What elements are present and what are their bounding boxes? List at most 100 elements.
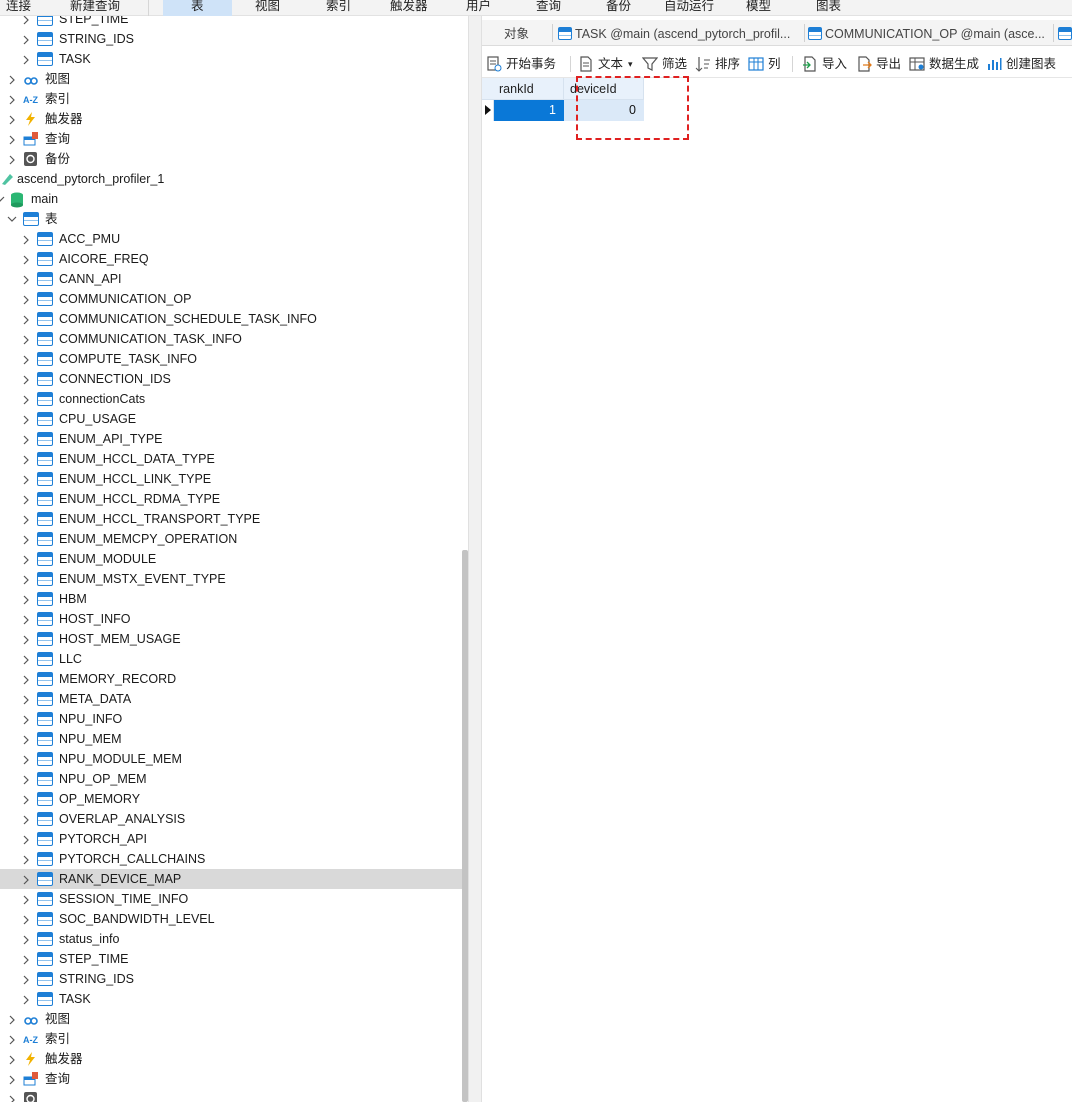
chevron-right-icon[interactable]	[6, 1009, 18, 1029]
chevron-right-icon[interactable]	[20, 969, 32, 989]
chevron-right-icon[interactable]	[20, 929, 32, 949]
chevron-right-icon[interactable]	[20, 309, 32, 329]
chevron-right-icon[interactable]	[20, 49, 32, 69]
chevron-right-icon[interactable]	[20, 269, 32, 289]
tree-item-table[interactable]: NPU_OP_MEM	[0, 769, 462, 789]
tree-group[interactable]: 备份	[0, 149, 462, 169]
tab-communication-op[interactable]: COMMUNICATION_OP @main (asce...	[806, 22, 1052, 46]
tree-item-table[interactable]: HOST_MEM_USAGE	[0, 629, 462, 649]
tree-item-table[interactable]: SOC_BANDWIDTH_LEVEL	[0, 909, 462, 929]
tree-group[interactable]: A-Z 索引	[0, 89, 462, 109]
chevron-right-icon[interactable]	[20, 629, 32, 649]
tree-group[interactable]: 触发器	[0, 109, 462, 129]
tree-item-table[interactable]: HOST_INFO	[0, 609, 462, 629]
chevron-right-icon[interactable]	[6, 1069, 18, 1089]
tree-item-table[interactable]: NPU_MEM	[0, 729, 462, 749]
menu-views[interactable]: 视图	[255, 0, 280, 16]
chevron-down-icon[interactable]	[0, 189, 6, 209]
tree-item-table[interactable]: COMMUNICATION_SCHEDULE_TASK_INFO	[0, 309, 462, 329]
menu-models[interactable]: 模型	[746, 0, 771, 16]
tree-item-table[interactable]: ENUM_API_TYPE	[0, 429, 462, 449]
tree-item-table[interactable]: ENUM_HCCL_RDMA_TYPE	[0, 489, 462, 509]
chevron-right-icon[interactable]	[20, 669, 32, 689]
chevron-right-icon[interactable]	[20, 849, 32, 869]
chevron-right-icon[interactable]	[20, 249, 32, 269]
chevron-right-icon[interactable]	[20, 29, 32, 49]
tab-overflow[interactable]	[1056, 22, 1072, 46]
chevron-right-icon[interactable]	[20, 229, 32, 249]
menu-queries[interactable]: 查询	[536, 0, 561, 16]
menu-tables[interactable]: 表	[163, 0, 232, 16]
chevron-right-icon[interactable]	[20, 769, 32, 789]
chevron-right-icon[interactable]	[20, 369, 32, 389]
tree-connection[interactable]: ascend_pytorch_profiler_1	[0, 169, 462, 189]
chevron-right-icon[interactable]	[20, 749, 32, 769]
chevron-right-icon[interactable]	[20, 529, 32, 549]
chevron-right-icon[interactable]	[20, 549, 32, 569]
chevron-right-icon[interactable]	[6, 69, 18, 89]
chevron-right-icon[interactable]	[20, 409, 32, 429]
chevron-right-icon[interactable]	[20, 489, 32, 509]
chevron-right-icon[interactable]	[6, 1089, 18, 1102]
menu-backup[interactable]: 备份	[606, 0, 631, 16]
menu-indexes[interactable]: 索引	[326, 0, 351, 16]
tree-item-table[interactable]: STRING_IDS	[0, 969, 462, 989]
tree-item-table[interactable]: OP_MEMORY	[0, 789, 462, 809]
tree-item-table[interactable]: ENUM_HCCL_TRANSPORT_TYPE	[0, 509, 462, 529]
chevron-right-icon[interactable]	[20, 449, 32, 469]
tree-item-table[interactable]: COMPUTE_TASK_INFO	[0, 349, 462, 369]
tree-group[interactable]: 视图	[0, 1009, 462, 1029]
menu-charts[interactable]: 图表	[816, 0, 841, 16]
chevron-right-icon[interactable]	[20, 729, 32, 749]
menu-new-query[interactable]: 新建查询	[70, 0, 120, 16]
menu-users[interactable]: 用户	[466, 0, 491, 16]
chevron-right-icon[interactable]	[20, 809, 32, 829]
tree-item-table[interactable]: ENUM_MODULE	[0, 549, 462, 569]
chevron-right-icon[interactable]	[20, 649, 32, 669]
chevron-right-icon[interactable]	[20, 469, 32, 489]
chevron-right-icon[interactable]	[6, 1029, 18, 1049]
tree-item-table[interactable]: NPU_INFO	[0, 709, 462, 729]
chevron-right-icon[interactable]	[6, 1049, 18, 1069]
chevron-right-icon[interactable]	[20, 909, 32, 929]
chevron-right-icon[interactable]	[20, 329, 32, 349]
tree-group-tables[interactable]: 表	[0, 209, 462, 229]
chevron-right-icon[interactable]	[6, 109, 18, 129]
tree-group[interactable]: 查询	[0, 129, 462, 149]
chevron-right-icon[interactable]	[20, 789, 32, 809]
tree-item-table[interactable]: ENUM_HCCL_DATA_TYPE	[0, 449, 462, 469]
tree-item-table[interactable]: CANN_API	[0, 269, 462, 289]
pane-divider[interactable]	[468, 16, 482, 1102]
chevron-right-icon[interactable]	[20, 509, 32, 529]
chevron-right-icon[interactable]	[20, 949, 32, 969]
tree-group[interactable]: A-Z 索引	[0, 1029, 462, 1049]
tree-item-table[interactable]: AICORE_FREQ	[0, 249, 462, 269]
tree-item-table[interactable]: TASK	[0, 989, 462, 1009]
tree-group[interactable]: 视图	[0, 69, 462, 89]
tree-item-table[interactable]: PYTORCH_API	[0, 829, 462, 849]
tree-item-table[interactable]: LLC	[0, 649, 462, 669]
object-tree[interactable]: STEP_TIME STRING_IDS TASK 视图 A-Z 索引 触发器 查询 备份 asc…	[0, 16, 468, 1102]
tree-group[interactable]	[0, 1089, 462, 1102]
tree-item-table[interactable]: HBM	[0, 589, 462, 609]
column-header-rankid[interactable]: rankId	[482, 78, 564, 100]
tree-item-table[interactable]: ENUM_MEMCPY_OPERATION	[0, 529, 462, 549]
tree-item-table[interactable]: OVERLAP_ANALYSIS	[0, 809, 462, 829]
chevron-right-icon[interactable]	[20, 349, 32, 369]
chevron-right-icon[interactable]	[20, 569, 32, 589]
tab-objects[interactable]: 对象	[504, 22, 564, 46]
grid-cell-rankid[interactable]: 1	[494, 100, 564, 121]
chevron-right-icon[interactable]	[20, 16, 32, 29]
tree-item-table[interactable]: CONNECTION_IDS	[0, 369, 462, 389]
chevron-right-icon[interactable]	[20, 889, 32, 909]
tree-item-table[interactable]: STRING_IDS	[0, 29, 462, 49]
chevron-down-icon[interactable]	[6, 209, 18, 229]
menu-connect[interactable]: 连接	[6, 0, 31, 16]
chevron-right-icon[interactable]	[20, 689, 32, 709]
tree-item-table[interactable]: ACC_PMU	[0, 229, 462, 249]
tree-item-table[interactable]: CPU_USAGE	[0, 409, 462, 429]
chevron-right-icon[interactable]	[20, 609, 32, 629]
tree-item-table[interactable]: connectionCats	[0, 389, 462, 409]
chevron-right-icon[interactable]	[20, 869, 32, 889]
chevron-right-icon[interactable]	[20, 429, 32, 449]
